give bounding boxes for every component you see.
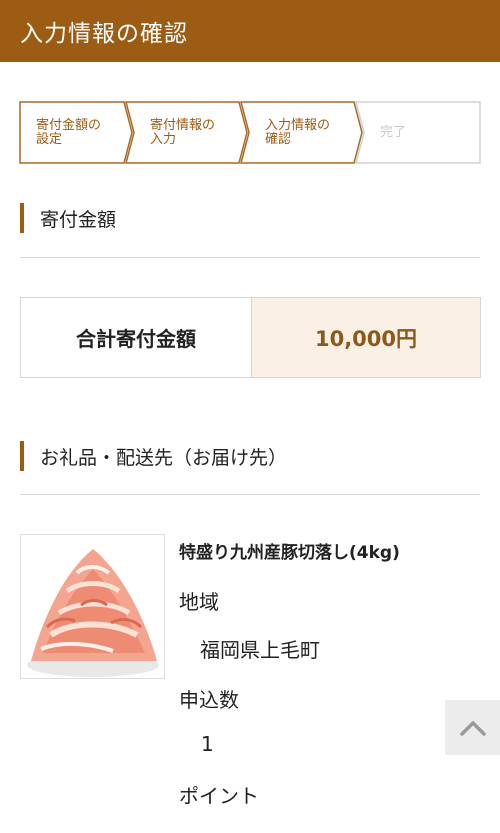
- step-4-shape: [355, 101, 481, 164]
- back-to-top-button[interactable]: [445, 700, 500, 755]
- total-label: 合計寄付金額: [21, 298, 252, 377]
- section-accent-bar: [20, 203, 24, 233]
- page-header: 入力情報の確認: [0, 0, 500, 62]
- quantity-label: 申込数: [179, 688, 239, 712]
- divider: [20, 494, 480, 495]
- product-image: [20, 534, 165, 679]
- gift-section-heading: お礼品・配送先（お届け先）: [20, 441, 287, 471]
- step-2-label: 寄付情報の 入力: [150, 117, 216, 147]
- page-title: 入力情報の確認: [20, 21, 188, 47]
- total-value: 10,000円: [252, 298, 480, 377]
- section-accent-bar: [20, 441, 24, 471]
- step-1-label: 寄付金額の 設定: [36, 117, 102, 147]
- region-label: 地域: [179, 590, 219, 614]
- chevron-up-icon: [459, 720, 486, 736]
- donation-section-title: 寄付金額: [40, 208, 117, 231]
- total-donation-box: 合計寄付金額 10,000円: [20, 297, 481, 378]
- donation-section-heading: 寄付金額: [20, 203, 116, 233]
- gift-section-title: お礼品・配送先（お届け先）: [40, 446, 288, 469]
- quantity-value: 1: [201, 732, 214, 756]
- product-name: 特盛り九州産豚切落し(4kg): [179, 543, 400, 563]
- sliced-pork-image: [21, 535, 164, 678]
- step-3-label: 入力情報の 確認: [265, 117, 331, 147]
- points-label: ポイント: [179, 784, 259, 808]
- progress-steps: 寄付金額の 設定 寄付情報の 入力 入力情報の 確認 完了: [19, 101, 481, 164]
- step-4-label: 完了: [380, 124, 407, 140]
- region-value: 福岡県上毛町: [200, 638, 320, 662]
- divider: [20, 257, 480, 258]
